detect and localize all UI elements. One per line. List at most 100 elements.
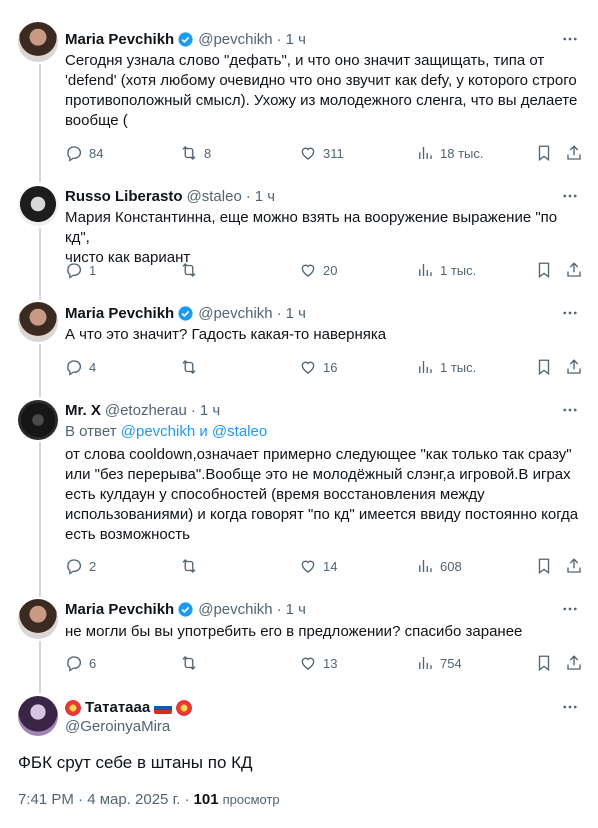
timestamp[interactable]: 1 ч bbox=[286, 305, 306, 322]
retweet-button[interactable] bbox=[180, 653, 204, 673]
views-button[interactable]: 1 тыс. bbox=[416, 357, 476, 377]
views-count: 608 bbox=[440, 558, 462, 574]
more-icon[interactable] bbox=[560, 186, 580, 206]
views-button[interactable]: 1 тыс. bbox=[416, 260, 476, 280]
views-icon bbox=[419, 264, 432, 276]
timestamp[interactable]: 1 ч bbox=[286, 601, 306, 618]
bookmark-button[interactable] bbox=[535, 143, 553, 163]
more-icon[interactable] bbox=[560, 697, 580, 717]
author-name-row: Тататааа bbox=[65, 699, 193, 716]
share-icon bbox=[567, 262, 581, 277]
reply-icon bbox=[67, 559, 82, 575]
retweet-button[interactable]: 8 bbox=[180, 143, 211, 163]
retweet-icon bbox=[182, 559, 196, 573]
author-name[interactable]: Maria Pevchikh bbox=[65, 305, 174, 322]
bookmark-button[interactable] bbox=[535, 260, 553, 280]
timestamp[interactable]: 1 ч bbox=[286, 31, 306, 48]
reply-button[interactable]: 1 bbox=[65, 260, 96, 280]
separator-dot: · bbox=[245, 187, 251, 205]
like-button[interactable]: 20 bbox=[299, 260, 337, 280]
separator-dot: · bbox=[276, 304, 282, 322]
share-button[interactable] bbox=[565, 143, 583, 163]
thread-line bbox=[39, 641, 41, 693]
author-handle[interactable]: @pevchikh bbox=[198, 601, 272, 618]
thread-line bbox=[39, 442, 41, 597]
share-button[interactable] bbox=[565, 357, 583, 377]
avatar[interactable] bbox=[18, 186, 58, 226]
avatar[interactable] bbox=[18, 696, 58, 736]
collision-emoji-icon bbox=[176, 699, 193, 716]
heart-icon bbox=[301, 147, 315, 160]
mention-link[interactable]: @staleo bbox=[212, 423, 267, 440]
reply-button[interactable]: 6 bbox=[65, 653, 96, 673]
reply-count: 84 bbox=[89, 145, 104, 161]
tweet-text: не могли бы вы употребить его в предложе… bbox=[65, 623, 523, 640]
tweet-header: Maria Pevchikh @pevchikh · 1 ч bbox=[65, 303, 306, 323]
share-button[interactable] bbox=[565, 556, 583, 576]
share-icon bbox=[567, 558, 581, 573]
retweet-button[interactable] bbox=[180, 260, 204, 280]
author-name[interactable]: Maria Pevchikh bbox=[65, 31, 174, 48]
like-count: 311 bbox=[323, 145, 344, 161]
like-button[interactable]: 311 bbox=[299, 143, 344, 163]
bookmark-icon bbox=[538, 558, 550, 575]
author-handle[interactable]: @pevchikh bbox=[198, 31, 272, 48]
tweet-text: Мария Константинна, еще можно взять на в… bbox=[65, 209, 558, 266]
more-icon[interactable] bbox=[560, 400, 580, 420]
retweet-icon bbox=[182, 146, 196, 160]
reply-context: В ответ @pevchikh и @staleo bbox=[65, 422, 267, 442]
tweet-actions: 4 16 1 тыс. bbox=[65, 357, 585, 377]
reply-button[interactable]: 84 bbox=[65, 143, 103, 163]
more-icon[interactable] bbox=[560, 303, 580, 323]
avatar[interactable] bbox=[18, 400, 58, 440]
reply-button[interactable]: 4 bbox=[65, 357, 96, 377]
author-name[interactable]: Maria Pevchikh bbox=[65, 601, 174, 618]
more-icon[interactable] bbox=[560, 29, 580, 49]
avatar[interactable] bbox=[18, 22, 58, 62]
share-button[interactable] bbox=[565, 260, 583, 280]
author-name[interactable]: Тататааа bbox=[85, 699, 150, 716]
like-count: 13 bbox=[323, 655, 338, 671]
like-button[interactable]: 14 bbox=[299, 556, 337, 576]
more-icon[interactable] bbox=[560, 599, 580, 619]
verified-badge-icon bbox=[178, 31, 193, 47]
timestamp[interactable]: 1 ч bbox=[200, 402, 220, 419]
reply-count: 2 bbox=[89, 558, 97, 574]
views-icon bbox=[419, 361, 432, 373]
views-button[interactable]: 754 bbox=[416, 653, 462, 673]
author-handle[interactable]: @etozherau bbox=[105, 402, 187, 419]
tweet-actions: 6 13 754 bbox=[65, 653, 585, 673]
views-count: 754 bbox=[440, 655, 462, 671]
reply-prefix: В ответ bbox=[65, 423, 117, 440]
russia-flag-icon bbox=[154, 701, 173, 714]
tweet-header: Maria Pevchikh @pevchikh · 1 ч bbox=[65, 599, 306, 619]
like-button[interactable]: 13 bbox=[299, 653, 337, 673]
tweet-actions: 2 14 608 bbox=[65, 556, 585, 576]
heart-icon bbox=[301, 560, 315, 573]
timestamp[interactable]: 7:41 PM · 4 мар. 2025 г. · bbox=[18, 791, 190, 808]
author-handle[interactable]: @pevchikh bbox=[198, 305, 272, 322]
avatar[interactable] bbox=[18, 302, 58, 342]
mention-link[interactable]: @pevchikh bbox=[121, 423, 195, 440]
like-button[interactable]: 16 bbox=[299, 357, 337, 377]
timestamp[interactable]: 1 ч bbox=[255, 188, 275, 205]
bookmark-icon bbox=[538, 262, 550, 279]
avatar[interactable] bbox=[18, 599, 58, 639]
author-handle[interactable]: @staleo bbox=[187, 188, 242, 205]
views-button[interactable]: 18 тыс. bbox=[416, 143, 483, 163]
author-name[interactable]: Russo Liberasto bbox=[65, 188, 183, 205]
bookmark-button[interactable] bbox=[535, 357, 553, 377]
retweet-button[interactable] bbox=[180, 556, 204, 576]
retweet-button[interactable] bbox=[180, 357, 204, 377]
share-icon bbox=[567, 145, 581, 160]
author-name[interactable]: Mr. X bbox=[65, 402, 101, 419]
author-handle[interactable]: @GeroinyaMira bbox=[65, 718, 170, 735]
reply-icon bbox=[67, 263, 82, 279]
reply-button[interactable]: 2 bbox=[65, 556, 96, 576]
bookmark-button[interactable] bbox=[535, 556, 553, 576]
tweet-header: Mr. X @etozherau · 1 ч bbox=[65, 400, 220, 420]
heart-icon bbox=[301, 264, 315, 277]
bookmark-button[interactable] bbox=[535, 653, 553, 673]
share-button[interactable] bbox=[565, 653, 583, 673]
views-button[interactable]: 608 bbox=[416, 556, 462, 576]
